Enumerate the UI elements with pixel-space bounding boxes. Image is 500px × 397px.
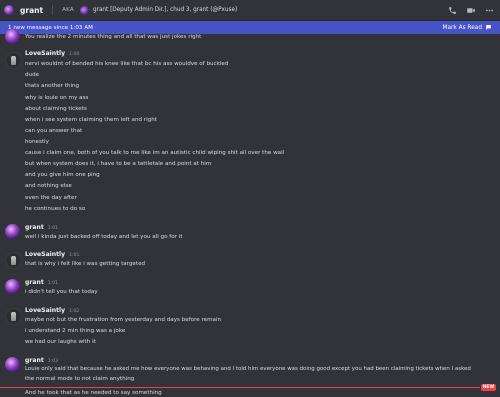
new-messages-divider xyxy=(0,387,480,388)
message-line: he continues to do so xyxy=(25,206,86,212)
username[interactable]: LoveSaintly 1:00 xyxy=(25,50,79,57)
avatar[interactable] xyxy=(5,52,22,69)
dm-header: grant AKA grant [Deputy Admin Dir.], chu… xyxy=(0,0,500,21)
username-text: LoveSaintly xyxy=(25,307,66,314)
message-line: but when system does it, i have to be a … xyxy=(25,161,212,167)
message-line: i understand 2 min thing was a joke xyxy=(25,328,126,334)
message-line: maybe not but the frustration from yeste… xyxy=(25,317,222,323)
channel-avatar[interactable] xyxy=(4,5,14,15)
message-line: well i kinda just backed off today and l… xyxy=(25,234,183,240)
username-text: LoveSaintly xyxy=(25,50,66,57)
channel-name[interactable]: grant xyxy=(20,6,43,15)
avatar[interactable] xyxy=(5,29,20,44)
username[interactable]: grant 1:01 xyxy=(25,279,58,286)
username-text: grant xyxy=(25,357,44,364)
message-line: why is louie on my ass xyxy=(25,95,89,101)
timestamp: 1:01 xyxy=(47,226,59,231)
mark-as-read-button[interactable]: Mark As Read xyxy=(442,21,492,34)
timestamp: 1:00 xyxy=(69,52,80,57)
aka-names[interactable]: grant [Deputy Admin Dir.], chud 3, grant… xyxy=(93,7,237,13)
message-line: we had our laughs with it xyxy=(25,339,96,345)
timestamp: 1:03 xyxy=(47,359,59,364)
new-badge: NEW xyxy=(481,384,496,391)
username-text: LoveSaintly xyxy=(25,251,66,258)
message-line: honestly xyxy=(25,139,49,145)
avatar[interactable] xyxy=(5,279,20,294)
message-line: and nothing else xyxy=(25,183,72,189)
username[interactable]: LoveSaintly 1:01 xyxy=(25,251,79,258)
header-divider xyxy=(52,5,54,15)
message-line: the normal mods to not claim anything xyxy=(25,376,135,382)
video-icon[interactable] xyxy=(466,6,476,15)
message-line: And he took that as he needed to say som… xyxy=(25,390,162,396)
new-messages-bar[interactable]: 1 new message since 1:03 AM Mark As Read xyxy=(0,21,500,34)
message-line: nervi wouldnt of bended his knee like th… xyxy=(25,61,229,67)
timestamp: 1:01 xyxy=(69,253,80,258)
phone-icon[interactable] xyxy=(448,6,457,15)
username[interactable]: grant 1:01 xyxy=(25,224,58,231)
avatar[interactable] xyxy=(5,308,22,325)
message-line: that is why i felt like i was getting ta… xyxy=(25,261,146,267)
message-line: about claiming tickets xyxy=(25,106,87,112)
message-line: even the day after xyxy=(25,195,77,201)
message-line: cause i claim one, both of you talk to m… xyxy=(25,150,285,156)
more-icon[interactable] xyxy=(485,6,494,15)
avatar[interactable] xyxy=(5,357,20,372)
message-line: and you give him one ping xyxy=(25,172,100,178)
message-line: can you answer that xyxy=(25,128,83,134)
mark-as-read-label: Mark As Read xyxy=(442,24,482,31)
message-line: Louie only said that because he asked me… xyxy=(25,366,471,372)
username-text: grant xyxy=(25,224,44,231)
username[interactable]: grant 1:03 xyxy=(25,357,58,364)
header-actions xyxy=(448,0,500,20)
message-line: i didn't tell you that today xyxy=(25,289,98,295)
username-text: grant xyxy=(25,279,44,286)
new-messages-text: 1 new message since 1:03 AM xyxy=(8,24,93,31)
aka-label: AKA xyxy=(62,7,74,13)
avatar[interactable] xyxy=(5,224,20,239)
timestamp: 1:01 xyxy=(47,281,59,286)
mark-read-icon xyxy=(486,25,491,30)
message-line: dude xyxy=(25,72,40,78)
message-line: when i see system claiming them left and… xyxy=(25,117,157,123)
avatar[interactable] xyxy=(5,252,22,269)
message-line: You realize the 2 minutes thing and all … xyxy=(25,34,202,40)
message-line: thats another thing xyxy=(25,83,80,89)
aka-avatar xyxy=(80,5,89,15)
username[interactable]: LoveSaintly 1:02 xyxy=(25,307,79,314)
timestamp: 1:02 xyxy=(69,309,80,314)
